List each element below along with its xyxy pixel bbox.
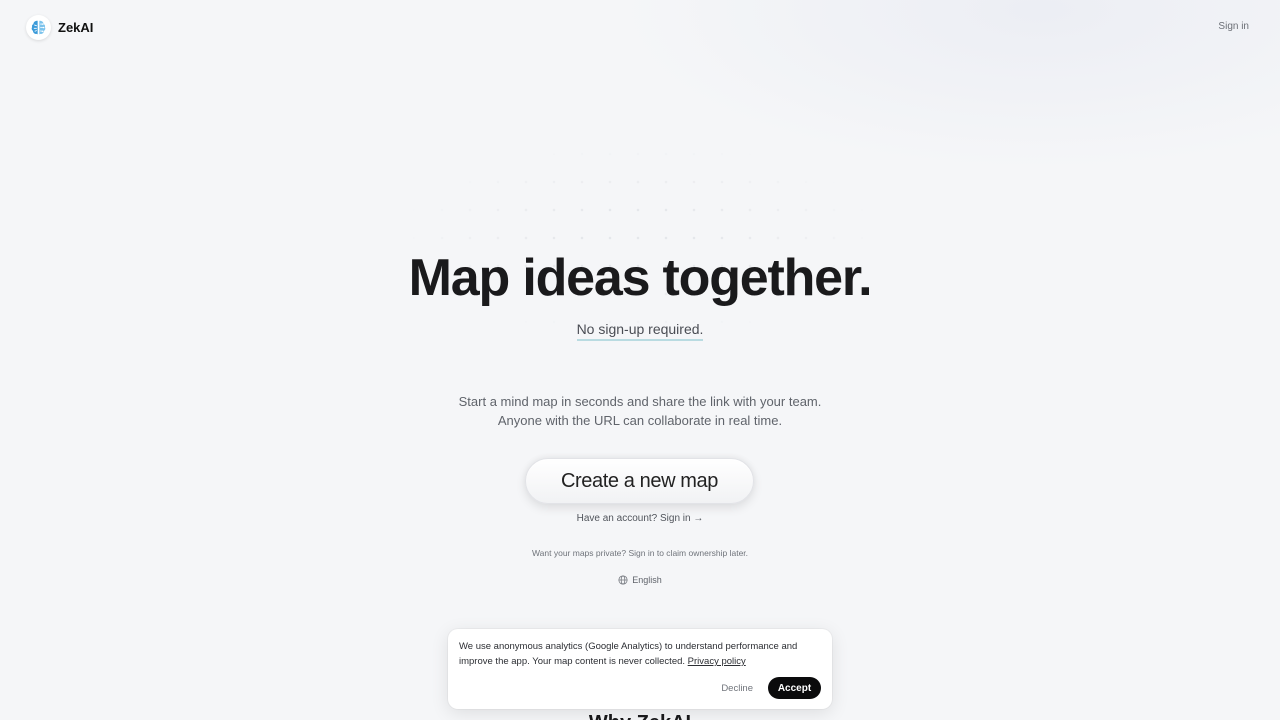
language-selector[interactable]: English xyxy=(618,575,662,585)
create-map-button[interactable]: Create a new map xyxy=(525,458,754,504)
account-prompt[interactable]: Have an account? xyxy=(577,513,658,524)
private-maps-note: Want your maps private? Sign in to claim… xyxy=(531,548,749,558)
tagline-container: No sign-up required. xyxy=(0,321,1280,341)
header: ZekAI Sign in xyxy=(0,0,1280,56)
description-line-2: Anyone with the URL can collaborate in r… xyxy=(497,413,783,428)
dot-grid-background xyxy=(400,140,880,340)
cookie-text: We use anonymous analytics (Google Analy… xyxy=(459,639,821,669)
brand-name: ZekAI xyxy=(58,20,94,35)
brain-icon xyxy=(26,15,51,40)
account-signin-link[interactable]: Sign in → xyxy=(660,513,703,524)
cookie-banner: We use anonymous analytics (Google Analy… xyxy=(448,629,832,709)
hero-title: Map ideas together. xyxy=(408,249,873,307)
landing-page: ZekAI Sign in Map ideas together. No sig… xyxy=(0,0,1280,720)
cookie-message: We use anonymous analytics (Google Analy… xyxy=(459,641,798,667)
language-row: English xyxy=(0,575,1280,587)
hero-tagline: No sign-up required. xyxy=(576,321,704,341)
hero-description: Start a mind map in seconds and share th… xyxy=(0,392,1280,430)
account-signin-row: Have an account? Sign in → xyxy=(0,513,1280,524)
why-section-heading: Why ZekAI xyxy=(0,712,1280,720)
globe-icon xyxy=(618,575,628,585)
brand[interactable]: ZekAI xyxy=(26,15,93,40)
language-label: English xyxy=(632,575,662,585)
accept-button[interactable]: Accept xyxy=(768,677,821,699)
description-line-1: Start a mind map in seconds and share th… xyxy=(458,394,822,409)
privacy-policy-link[interactable]: Privacy policy xyxy=(688,656,746,667)
decline-button[interactable]: Decline xyxy=(718,679,756,697)
header-signin-link[interactable]: Sign in xyxy=(1218,21,1249,32)
